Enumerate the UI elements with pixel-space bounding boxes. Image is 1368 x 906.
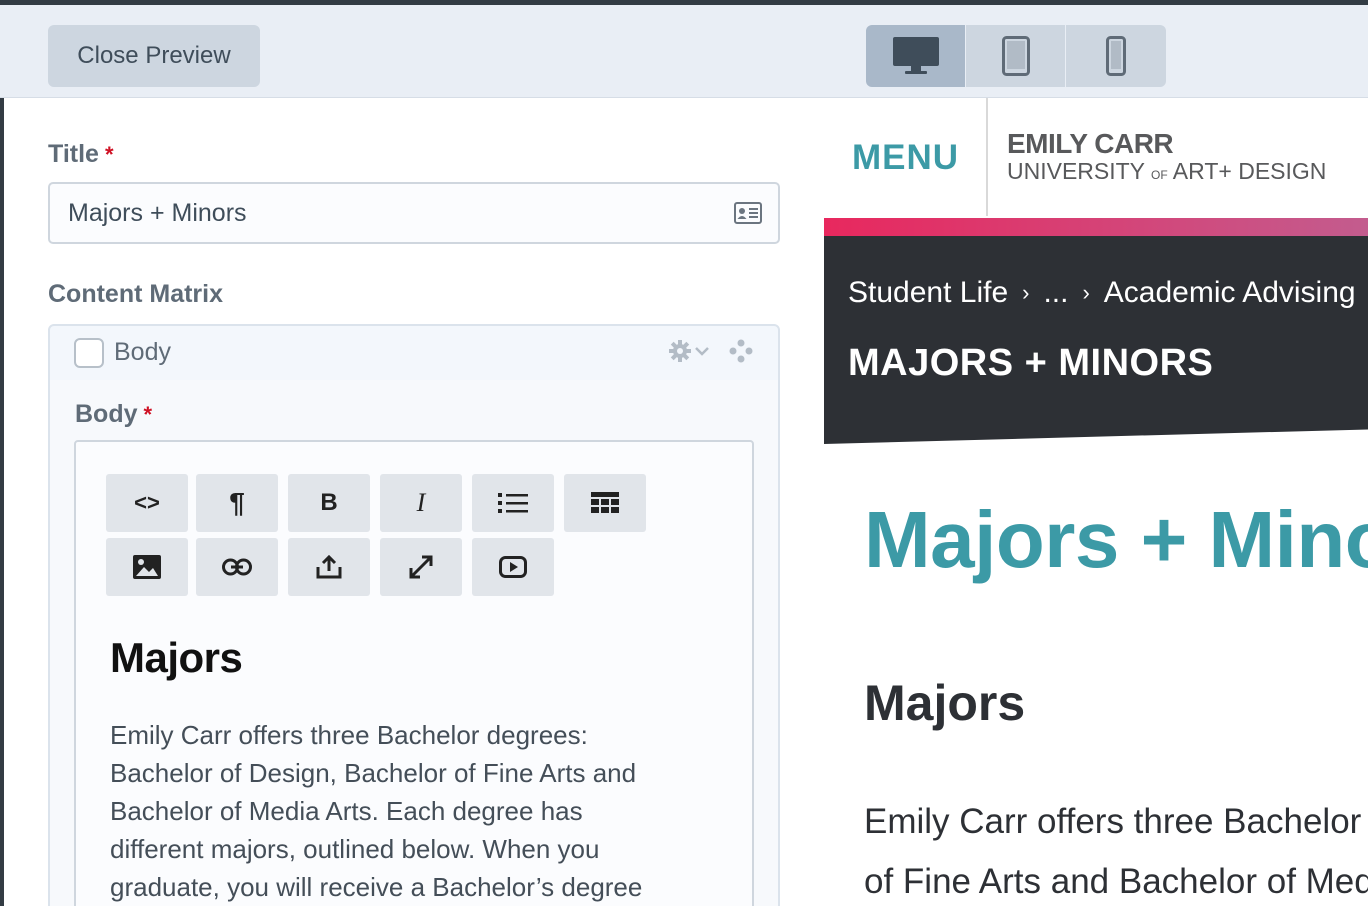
brand-gradient-bar [824, 218, 1368, 236]
rte-paragraph[interactable]: Emily Carr offers three Bachelor degrees… [110, 716, 730, 906]
video-icon [499, 556, 527, 578]
link-icon [222, 558, 252, 576]
required-mark: * [143, 402, 153, 427]
logo-art-design: ART+ DESIGN [1172, 158, 1327, 184]
insert-image-button[interactable] [106, 538, 188, 596]
move-handle-icon[interactable] [728, 338, 754, 364]
content-matrix-label: Content Matrix [48, 280, 223, 308]
rte-line: Bachelor of Media Arts. Each degree has [110, 796, 583, 826]
contact-card-icon [734, 202, 762, 224]
body-label-text: Body [75, 400, 138, 428]
body-field-label: Body * [75, 400, 152, 429]
preview-paragraph: Emily Carr offers three Bachelor degrees… [864, 792, 1368, 906]
title-label-text: Title [48, 140, 99, 168]
hero-title: MAJORS + MINORS [848, 342, 1214, 384]
section-heading: Majors [864, 675, 1026, 731]
entry-editor: Title * Majors + Minors Content Matrix Bo… [4, 98, 824, 906]
italic-button[interactable]: I [380, 474, 462, 532]
device-switcher [866, 25, 1166, 87]
desktop-icon [892, 37, 939, 74]
rte-line: Emily Carr offers three Bachelor degrees… [110, 720, 588, 750]
bold-button[interactable]: B [288, 474, 370, 532]
preview-line: of Fine Arts and Bachelor of Media Arts. [864, 862, 1368, 901]
table-icon [591, 492, 619, 513]
page-hero: Student Life › ... › Academic Advising M… [824, 236, 1368, 444]
tablet-icon [1001, 36, 1030, 76]
phone-device-button[interactable] [1066, 25, 1166, 87]
site-logo-subtitle[interactable]: UNIVERSITY OF ART+ DESIGN [1007, 158, 1326, 185]
close-preview-button[interactable]: Close Preview [48, 25, 260, 87]
block-body: Body * <> ¶ B I Majors Emily Carr offers… [50, 380, 778, 906]
rte-line: different majors, outlined below. When y… [110, 834, 600, 864]
insert-link-button[interactable] [196, 538, 278, 596]
chevron-right-icon: › [1022, 280, 1030, 305]
rte-line: Bachelor of Design, Bachelor of Fine Art… [110, 758, 637, 788]
list-button[interactable] [472, 474, 554, 532]
logo-university: UNIVERSITY [1007, 158, 1145, 184]
rte-heading[interactable]: Majors [110, 634, 243, 682]
table-button[interactable] [564, 474, 646, 532]
html-source-button[interactable]: <> [106, 474, 188, 532]
desktop-device-button[interactable] [866, 25, 966, 87]
required-mark: * [104, 142, 114, 167]
block-type-label: Body [114, 338, 171, 366]
preview-line: Emily Carr offers three Bachelor degrees… [864, 802, 1368, 841]
format-button[interactable]: ¶ [196, 474, 278, 532]
tablet-device-button[interactable] [966, 25, 1066, 87]
breadcrumb-ellipsis[interactable]: ... [1043, 276, 1068, 310]
breadcrumb-academic-advising[interactable]: Academic Advising [1104, 276, 1356, 310]
insert-video-button[interactable] [472, 538, 554, 596]
block-select-checkbox[interactable] [74, 338, 104, 368]
phone-icon [1106, 36, 1126, 76]
page-title: Majors + Minors [864, 495, 1368, 584]
block-header: Body [50, 326, 778, 380]
rich-text-editor[interactable]: <> ¶ B I Majors Emily Carr offers three … [74, 440, 754, 906]
site-logo-name[interactable]: EMILY CARR [1007, 128, 1174, 160]
gear-dropdown-icon[interactable] [668, 338, 712, 364]
image-icon [133, 555, 161, 579]
upload-file-button[interactable] [288, 538, 370, 596]
title-input-value: Majors + Minors [68, 198, 247, 227]
header-divider [986, 98, 988, 216]
breadcrumb-student-life[interactable]: Student Life [848, 276, 1008, 310]
bold-icon: B [320, 489, 338, 516]
code-icon: <> [134, 490, 160, 515]
fullscreen-icon [409, 555, 433, 579]
title-field-label: Title * [48, 140, 114, 169]
paragraph-icon: ¶ [229, 487, 245, 518]
list-icon [498, 493, 528, 513]
fullscreen-button[interactable] [380, 538, 462, 596]
italic-icon: I [416, 488, 426, 517]
breadcrumb: Student Life › ... › Academic Advising [848, 276, 1356, 310]
content-matrix-block: Body Body * <> ¶ B I Majors Emily Carr o… [48, 324, 780, 906]
title-input[interactable]: Majors + Minors [48, 182, 780, 244]
site-menu-button[interactable]: MENU [852, 138, 959, 178]
logo-of: OF [1151, 168, 1168, 182]
live-preview-pane: MENU EMILY CARR UNIVERSITY OF ART+ DESIG… [824, 98, 1368, 906]
rte-line: graduate, you will receive a Bachelor’s … [110, 872, 643, 902]
preview-toolbar: Close Preview [0, 0, 1368, 98]
chevron-right-icon: › [1082, 280, 1090, 305]
upload-icon [316, 555, 342, 579]
